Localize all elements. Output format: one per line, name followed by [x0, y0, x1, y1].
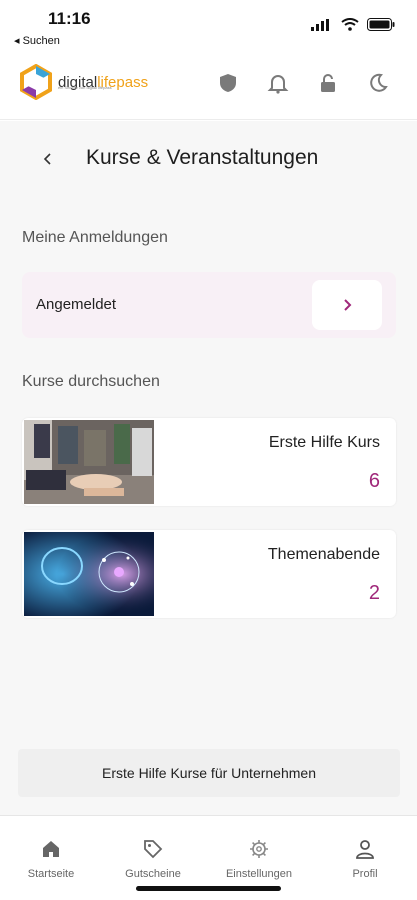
nav-item-vouchers[interactable]: Gutscheine	[108, 838, 198, 880]
nav-label: Startseite	[27, 868, 75, 880]
home-indicator[interactable]	[136, 886, 281, 891]
course-name: Erste Hilfe Kurs	[268, 434, 380, 451]
chevron-right-icon	[344, 299, 352, 311]
registered-card[interactable]: Angemeldet	[22, 272, 396, 338]
page-title-row: Kurse & Veranstaltungen	[0, 145, 417, 175]
wifi-icon	[341, 18, 359, 31]
battery-icon	[367, 18, 395, 31]
status-icons	[311, 18, 395, 31]
bell-icon[interactable]	[267, 72, 289, 94]
courses-section-label: Kurse durchsuchen	[22, 373, 160, 390]
signal-icon	[311, 18, 329, 31]
nav-item-settings[interactable]: Einstellungen	[214, 838, 304, 880]
back-chevron-icon[interactable]	[40, 147, 56, 171]
first-aid-course-image	[24, 420, 154, 504]
status-time: 11:16	[48, 9, 91, 28]
app-header: digitallifepass ein Service von digital …	[0, 52, 417, 120]
nav-label: Profil	[352, 868, 378, 880]
course-card-theme-evenings[interactable]: Themenabende 2	[22, 530, 396, 618]
shield-icon[interactable]	[217, 72, 239, 94]
course-name: Themenabende	[267, 546, 380, 563]
nav-label: Einstellungen	[225, 868, 293, 880]
registered-label: Angemeldet	[36, 296, 117, 313]
nav-label: Gutscheine	[125, 868, 181, 880]
user-icon	[356, 840, 374, 859]
course-count: 6	[368, 470, 380, 492]
brand-logo[interactable]: digitallifepass	[18, 64, 148, 100]
home-icon	[43, 841, 59, 857]
company-courses-button[interactable]: Erste Hilfe Kurse für Unternehmen	[18, 749, 400, 797]
gear-icon	[250, 840, 268, 858]
course-count: 2	[368, 582, 380, 604]
unlock-icon[interactable]	[317, 72, 339, 94]
registrations-section-label: Meine Anmeldungen	[22, 229, 168, 246]
status-back-link[interactable]: ◂ Suchen	[14, 34, 60, 47]
header-actions	[217, 72, 389, 94]
brand-tagline: ein Service von digital lifepass	[58, 85, 112, 90]
moon-icon[interactable]	[367, 72, 389, 94]
nav-item-home[interactable]: Startseite	[6, 838, 96, 880]
hexagon-logo-icon	[20, 64, 52, 100]
tag-icon	[144, 840, 163, 859]
course-card-first-aid[interactable]: Erste Hilfe Kurs 6	[22, 418, 396, 506]
status-bar: 11:16 ◂ Suchen	[0, 0, 417, 50]
registered-arrow-button[interactable]	[312, 280, 382, 330]
page-title: Kurse & Veranstaltungen	[86, 146, 319, 169]
nav-item-profile[interactable]: Profil	[320, 838, 410, 880]
theme-evening-image	[24, 532, 154, 616]
